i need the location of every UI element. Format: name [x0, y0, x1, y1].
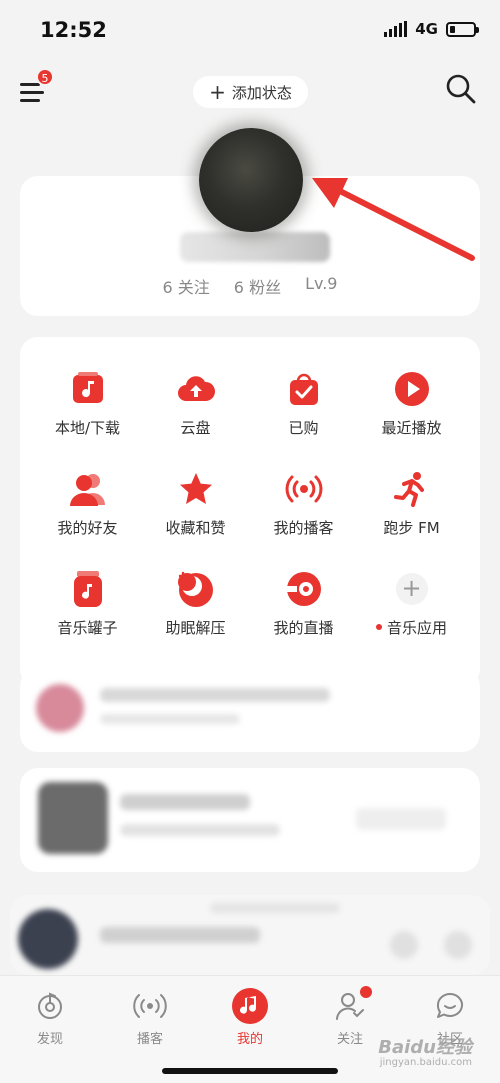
- podcast-icon: [130, 986, 170, 1026]
- grid-item-sleep-relax[interactable]: 助眠解压: [138, 569, 253, 649]
- podcast-icon: [284, 469, 324, 509]
- plus-icon: +: [395, 573, 428, 605]
- follow-count[interactable]: 6 关注: [163, 274, 210, 298]
- grid-item-music-jar[interactable]: 音乐罐子: [30, 569, 145, 649]
- blurred-recommend-card[interactable]: [20, 768, 480, 872]
- feature-grid: 本地/下载 云盘 已购 最近播放 我的好友 收藏和赞 我的播客 跑步 FM 音乐…: [20, 337, 480, 687]
- running-icon: [392, 469, 432, 509]
- signal-icon: [384, 21, 408, 37]
- fans-count[interactable]: 6 粉丝: [234, 274, 281, 298]
- cloud-upload-icon: [176, 369, 216, 409]
- grid-item-music-apps[interactable]: + 音乐应用: [354, 569, 469, 649]
- follow-badge: [360, 986, 372, 998]
- follow-icon: [330, 986, 372, 1026]
- music-note-icon: [230, 986, 270, 1026]
- live-icon: [284, 569, 324, 609]
- grid-item-local-download[interactable]: 本地/下载: [30, 369, 145, 449]
- friends-icon: [68, 469, 108, 509]
- blurred-mini-player[interactable]: [10, 895, 490, 975]
- search-button[interactable]: [444, 72, 478, 106]
- blurred-cover: [38, 782, 108, 854]
- grid-item-my-live[interactable]: 我的直播: [246, 569, 361, 649]
- tab-podcast[interactable]: 播客: [100, 986, 200, 1047]
- menu-button[interactable]: 5: [18, 68, 54, 106]
- status-indicators: 4G: [384, 20, 479, 38]
- level-badge[interactable]: Lv.9: [305, 274, 337, 298]
- grid-item-cloud-disk[interactable]: 云盘: [138, 369, 253, 449]
- search-icon: [446, 74, 476, 104]
- battery-icon: [446, 21, 479, 37]
- add-status-label: 添加状态: [231, 83, 292, 102]
- grid-item-my-friends[interactable]: 我的好友: [30, 469, 145, 549]
- status-bar: 12:52 4G: [0, 0, 500, 60]
- grid-item-my-podcast[interactable]: 我的播客: [246, 469, 361, 549]
- watermark: Baidu经验 jingyan.baidu.com: [378, 1037, 472, 1068]
- grid-item-purchased[interactable]: 已购: [246, 369, 361, 449]
- star-icon: [176, 469, 216, 509]
- community-icon: [430, 986, 470, 1026]
- plus-icon: +: [209, 80, 226, 104]
- avatar[interactable]: [199, 128, 303, 232]
- profile-stats: 6 关注 6 粉丝 Lv.9: [20, 274, 480, 298]
- blurred-avatar: [36, 684, 84, 732]
- annotation-arrow-icon: [312, 178, 475, 261]
- moon-icon: [176, 569, 216, 609]
- music-file-icon: [68, 369, 108, 409]
- add-status-button[interactable]: + 添加状态: [193, 76, 308, 108]
- tab-mine[interactable]: 我的: [200, 986, 300, 1047]
- shopping-bag-icon: [284, 369, 324, 409]
- tab-discover[interactable]: 发现: [0, 986, 100, 1047]
- grid-item-recent-play[interactable]: 最近播放: [354, 369, 469, 449]
- network-type: 4G: [415, 20, 438, 38]
- play-icon: [392, 369, 432, 409]
- new-dot-indicator: [375, 623, 382, 630]
- grid-item-running-fm[interactable]: 跑步 FM: [354, 469, 469, 549]
- music-jar-icon: [68, 569, 108, 609]
- status-time: 12:52: [40, 18, 107, 42]
- discover-icon: [30, 986, 70, 1026]
- top-bar: 5 + 添加状态: [0, 66, 500, 116]
- menu-icon: [20, 83, 40, 86]
- notification-badge: 5: [36, 68, 54, 86]
- grid-item-collect-like[interactable]: 收藏和赞: [138, 469, 253, 549]
- home-indicator: [162, 1068, 338, 1074]
- blurred-playlist-card[interactable]: [20, 668, 480, 752]
